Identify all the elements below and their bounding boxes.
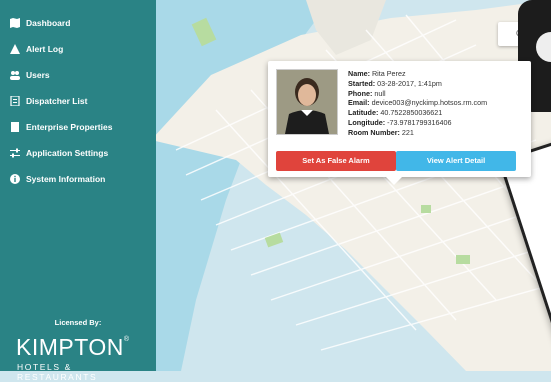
licensed-by-label: Licensed By: — [54, 318, 102, 327]
view-alert-detail-button[interactable]: View Alert Detail — [396, 151, 516, 171]
sidebar-item-label: Alert Log — [26, 44, 64, 54]
alert-popup: Name: Rita Perez Started: 03-28-2017, 1:… — [268, 61, 531, 185]
sidebar: Dashboard Alert Log Users Dispatcher Lis… — [0, 0, 156, 382]
sidebar-item-alert-log[interactable]: Alert Log — [0, 36, 156, 62]
alert-latitude: 40.7522850036621 — [380, 108, 443, 118]
alert-started: 03-28-2017, 1:41pm — [377, 78, 442, 88]
map-view[interactable] — [156, 0, 551, 371]
sidebar-item-enterprise-properties[interactable]: Enterprise Properties — [0, 114, 156, 140]
building-icon — [9, 122, 20, 133]
sidebar-item-label: Application Settings — [26, 148, 109, 158]
list-icon — [9, 96, 20, 107]
sidebar-item-application-settings[interactable]: Application Settings — [0, 140, 156, 166]
sidebar-nav: Dashboard Alert Log Users Dispatcher Lis… — [0, 0, 156, 192]
sidebar-item-label: System Information — [26, 174, 106, 184]
set-false-alarm-button[interactable]: Set As False Alarm — [276, 151, 396, 171]
sidebar-item-label: Dashboard — [26, 18, 71, 28]
brand-logo: KIMPTON® — [16, 334, 130, 360]
users-icon — [9, 70, 20, 81]
brand-name: KIMPTON — [16, 334, 124, 360]
info-icon — [9, 174, 20, 185]
alert-phone: null — [374, 88, 386, 98]
alert-longitude: -73.9781799316406 — [387, 117, 452, 127]
sidebar-item-label: Enterprise Properties — [26, 122, 113, 132]
map-icon — [9, 18, 20, 29]
alert-room-number: 221 — [401, 127, 414, 137]
sidebar-item-dispatcher-list[interactable]: Dispatcher List — [0, 88, 156, 114]
alert-name: Rita Perez — [371, 69, 406, 78]
alert-info: Name: Rita Perez Started: 03-28-2017, 1:… — [348, 69, 488, 137]
brand-subtitle: HOTELS & RESTAURANTS — [17, 362, 98, 382]
sidebar-item-label: Users — [26, 70, 50, 80]
sidebar-item-system-information[interactable]: System Information — [0, 166, 156, 192]
user-photo — [276, 69, 338, 135]
map-canvas — [156, 0, 551, 371]
warning-icon — [9, 44, 20, 55]
sidebar-item-dashboard[interactable]: Dashboard — [0, 10, 156, 36]
sliders-icon — [9, 148, 20, 159]
alert-email: device003@nyckimp.hotsos.rm.com — [371, 98, 488, 108]
sidebar-item-label: Dispatcher List — [26, 96, 88, 106]
sidebar-item-users[interactable]: Users — [0, 62, 156, 88]
